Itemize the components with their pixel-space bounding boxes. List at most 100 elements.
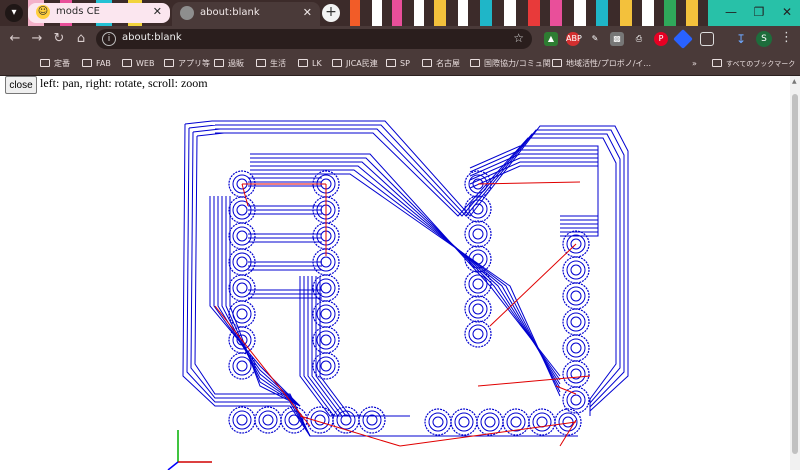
pad-far-right-column [570, 316, 582, 328]
bookmarks-overflow-chevron[interactable]: » [692, 57, 697, 71]
pinterest-icon[interactable]: P [654, 32, 668, 46]
site-info-icon[interactable]: i [102, 32, 116, 46]
pad-right-column [472, 278, 484, 290]
window-close-icon[interactable]: ✕ [772, 0, 800, 26]
trace-path [299, 276, 390, 417]
pad-far-right-column [566, 260, 586, 280]
close-tab-icon[interactable]: ✕ [303, 2, 312, 24]
restore-icon[interactable]: ❐ [744, 0, 774, 26]
rapid-move-line [477, 375, 591, 387]
pad-far-right-column [566, 338, 586, 358]
bookmark-folder[interactable]: 生活 [256, 57, 286, 71]
bookmark-folder[interactable]: 名古屋 [422, 57, 460, 71]
tag-icon[interactable] [673, 29, 693, 49]
pad-left-column [236, 282, 248, 294]
trace-path [250, 165, 561, 389]
pad-bottom-row-left [362, 410, 382, 430]
pad-far-right-column [570, 290, 582, 302]
trace-path [303, 276, 394, 417]
new-tab-button[interactable]: + [322, 4, 340, 22]
home-icon[interactable]: ⌂ [72, 30, 90, 48]
tab-mods-ce[interactable]: ☺ mods CE ✕ [28, 3, 170, 23]
trace-path [209, 196, 301, 407]
bookmark-star-icon[interactable]: ☆ [513, 31, 524, 45]
tab-title: mods CE [56, 6, 100, 17]
folder-icon [40, 59, 50, 67]
folder-icon [214, 59, 224, 67]
page-scrollbar[interactable]: ▲ [790, 76, 800, 470]
scroll-up-arrow-icon[interactable]: ▲ [792, 78, 797, 85]
bookmark-folder[interactable]: 定番 [40, 57, 70, 71]
rapid-move-line [399, 421, 577, 447]
folder-icon [386, 59, 396, 67]
axis-gizmo [167, 430, 212, 470]
bookmark-folder[interactable]: LK [298, 57, 322, 71]
bookmark-folder[interactable]: JICA民連 [332, 57, 378, 71]
bookmark-folder[interactable]: アプリ等 [164, 57, 210, 71]
bookmark-folder[interactable]: 地域活性/プロボノ/イ... [552, 57, 651, 71]
page-content: close left: pan, right: rotate, scroll: … [0, 76, 800, 470]
pad-left-column [232, 356, 252, 376]
folder-icon [422, 59, 432, 67]
all-bookmarks[interactable]: すべてのブックマーク [712, 57, 795, 71]
pad-bottom-row-left [232, 410, 252, 430]
minimize-icon[interactable]: — [716, 0, 746, 26]
folder-icon [470, 59, 480, 67]
eyedropper-icon[interactable]: ✎ [588, 32, 602, 46]
trace-path [225, 196, 301, 407]
qr-icon[interactable]: ▩ [610, 32, 624, 46]
pad-bottom-row-right [480, 412, 500, 432]
pad-bottom-row-right [454, 412, 474, 432]
trace-path [469, 149, 599, 221]
trace-path [319, 276, 410, 417]
toolpath-viewport[interactable] [0, 76, 790, 470]
forward-icon[interactable]: → [28, 30, 46, 48]
pad-far-right-column [570, 394, 582, 406]
folder-icon [164, 59, 174, 67]
close-button[interactable]: close [5, 76, 37, 94]
pad-bottom-row-left [236, 414, 248, 426]
reload-icon[interactable]: ↻ [50, 30, 68, 48]
trace-path [307, 276, 398, 417]
close-tab-icon[interactable]: ✕ [153, 3, 162, 21]
folder-icon [122, 59, 132, 67]
tab-about-blank[interactable]: about:blank ✕ [172, 2, 320, 26]
bookmark-folder[interactable]: 国際協力/コミュ関 [470, 57, 551, 71]
pad-center-column [320, 360, 332, 372]
tab-strip: ▾ ☺ mods CE ✕ about:blank ✕ + — ❐ ✕ [0, 0, 800, 26]
back-icon[interactable]: ← [6, 30, 24, 48]
controls-hint: left: pan, right: rotate, scroll: zoom [40, 76, 208, 90]
pad-bottom-row-right [432, 416, 444, 428]
trace-path [250, 157, 561, 381]
tab-search-button[interactable]: ▾ [5, 4, 23, 22]
pad-bottom-row-right [506, 412, 526, 432]
pad-center-column [320, 308, 332, 320]
pad-bottom-row-left [258, 410, 278, 430]
profile-avatar[interactable]: S [756, 31, 772, 47]
pad-bottom-row-right [510, 416, 522, 428]
folder-icon [256, 59, 266, 67]
extension-green-icon[interactable]: ▲ [544, 32, 558, 46]
bookmark-folder[interactable]: SP [386, 57, 410, 71]
adblock-icon[interactable]: ABP [566, 32, 582, 46]
bookmark-folder[interactable]: WEB [122, 57, 154, 71]
pad-bottom-row-right [562, 416, 574, 428]
print-icon[interactable]: ⎙ [632, 32, 646, 46]
bookmark-folder[interactable]: 過販 [214, 57, 244, 71]
scrollbar-thumb[interactable] [792, 94, 798, 454]
pad-bottom-row-right [428, 412, 448, 432]
address-url[interactable]: about:blank [122, 32, 182, 43]
browser-toolbar: ← → ↻ ⌂ i about:blank ☆ ▲ ABP ✎ ▩ ⎙ P ↧ … [0, 26, 800, 52]
extensions-puzzle-icon[interactable] [700, 32, 714, 46]
pad-left-column [236, 256, 248, 268]
pad-right-column [472, 228, 484, 240]
more-menu-icon[interactable]: ⋮ [780, 30, 793, 45]
download-icon[interactable]: ↧ [734, 32, 748, 46]
trace-path [469, 161, 599, 233]
pad-bottom-row-right [458, 416, 470, 428]
folder-icon [332, 59, 342, 67]
bookmark-folder[interactable]: FAB [82, 57, 111, 71]
pad-right-column [472, 303, 484, 315]
address-bar[interactable]: i about:blank ☆ [96, 29, 532, 49]
pad-left-column [236, 360, 248, 372]
